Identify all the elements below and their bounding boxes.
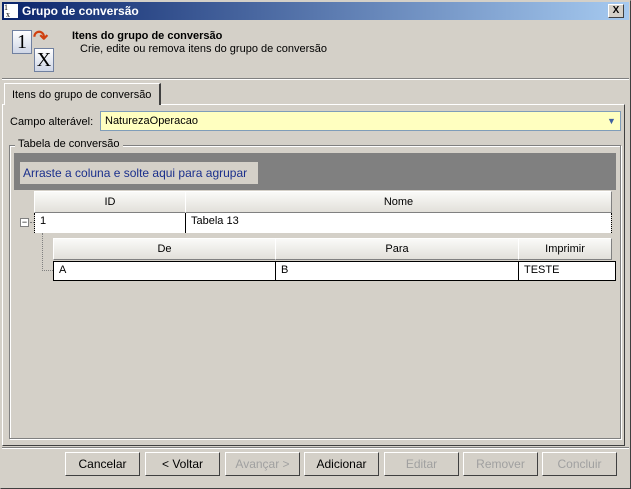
campo-alteravel-label: Campo alterável: <box>10 116 94 128</box>
campo-alteravel-select[interactable]: NaturezaOperacao ▼ <box>100 111 621 131</box>
column-header-nome[interactable]: Nome <box>185 191 612 213</box>
window-title: Grupo de conversão <box>22 4 139 18</box>
footer-divider <box>2 447 629 449</box>
column-header-imprimir[interactable]: Imprimir <box>518 238 612 260</box>
conversion-arrow-icon: ↷ <box>33 27 49 47</box>
group-title: Tabela de conversão <box>15 138 123 150</box>
conversion-to-icon: X <box>34 48 54 72</box>
header-divider <box>2 78 629 80</box>
header-subtitle: Crie, edite ou remova itens do grupo de … <box>80 43 328 55</box>
cell-para[interactable]: B <box>275 261 519 281</box>
adicionar-button[interactable]: Adicionar <box>304 452 379 476</box>
campo-alteravel-value: NaturezaOperacao <box>105 115 198 127</box>
close-button[interactable]: X <box>608 4 624 18</box>
voltar-button[interactable]: < Voltar <box>145 452 220 476</box>
title-bar[interactable]: Grupo de conversão <box>2 2 629 20</box>
tree-line <box>42 233 53 271</box>
column-header-id[interactable]: ID <box>34 191 186 213</box>
cell-de[interactable]: A <box>53 261 276 281</box>
header-title: Itens do grupo de conversão <box>72 30 223 42</box>
column-header-para[interactable]: Para <box>275 238 519 260</box>
conversion-from-icon: 1 <box>12 30 32 54</box>
app-icon: 1 x <box>4 4 18 19</box>
concluir-button[interactable]: Concluir <box>542 452 617 476</box>
editar-button[interactable]: Editar <box>384 452 459 476</box>
tab-itens-grupo[interactable]: Itens do grupo de conversão <box>4 83 161 105</box>
collapse-row-button[interactable]: − <box>20 218 29 227</box>
avancar-button[interactable]: Avançar > <box>225 452 300 476</box>
cell-imprimir[interactable]: TESTE <box>518 261 616 281</box>
remover-button[interactable]: Remover <box>463 452 538 476</box>
cancelar-button[interactable]: Cancelar <box>65 452 140 476</box>
table-row[interactable]: 1 Tabela 13 <box>34 213 612 233</box>
cell-id: 1 <box>35 213 186 233</box>
group-by-hint: Arraste a coluna e solte aqui para agrup… <box>20 162 258 184</box>
cell-nome: Tabela 13 <box>186 213 611 233</box>
chevron-down-icon[interactable]: ▼ <box>604 113 619 129</box>
column-header-de[interactable]: De <box>53 238 276 260</box>
